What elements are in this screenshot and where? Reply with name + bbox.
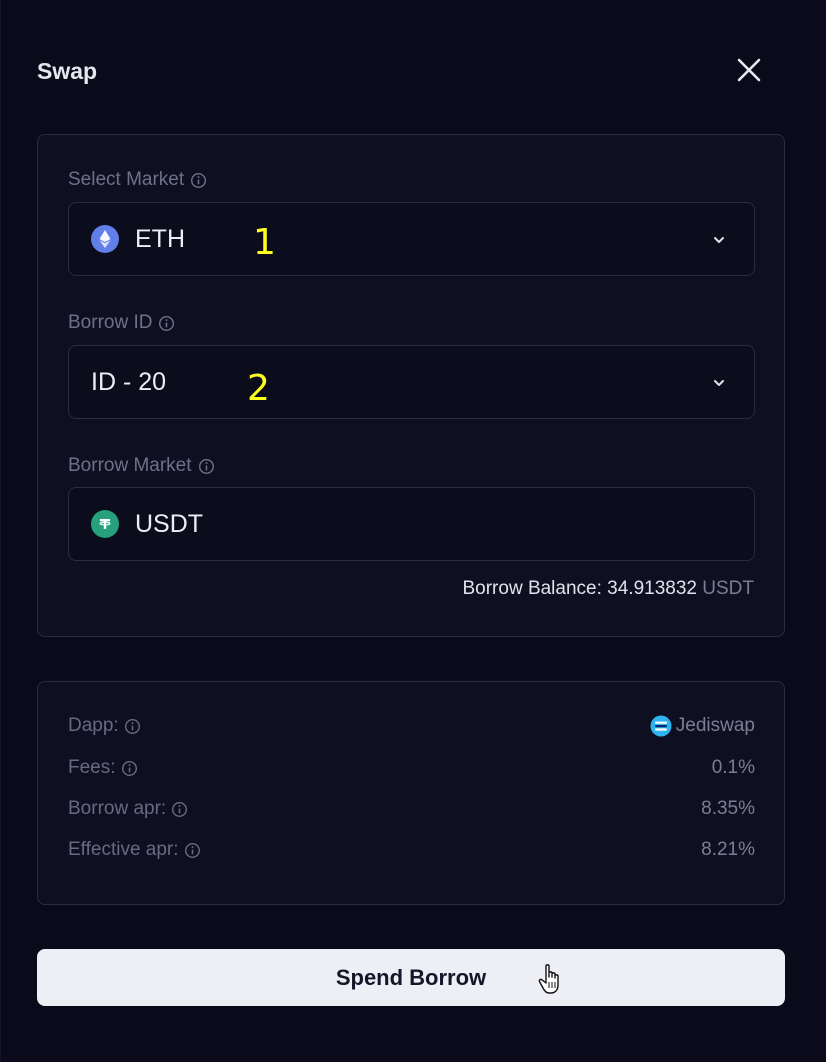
info-icon[interactable] bbox=[158, 315, 175, 332]
swap-details-card: Dapp: Jediswap Fees: 0.1% Borrow apr: 8.… bbox=[37, 681, 785, 905]
swap-modal: Swap Select Market ETH Borrow ID ID - 20… bbox=[0, 0, 826, 1062]
select-market-label-text: Select Market bbox=[68, 169, 185, 190]
borrow-id-dropdown[interactable]: ID - 20 bbox=[68, 345, 755, 419]
info-icon[interactable] bbox=[171, 801, 188, 818]
jediswap-logo bbox=[650, 715, 672, 737]
info-icon[interactable] bbox=[124, 718, 141, 735]
info-icon[interactable] bbox=[198, 458, 215, 475]
detail-label: Dapp: bbox=[68, 715, 119, 736]
borrow-market-label-text: Borrow Market bbox=[68, 455, 192, 476]
detail-row-dapp: Dapp: Jediswap bbox=[68, 712, 755, 740]
modal-title: Swap bbox=[37, 58, 98, 84]
select-market-dropdown[interactable]: ETH bbox=[68, 202, 755, 276]
detail-label: Effective apr: bbox=[68, 839, 179, 860]
detail-row-borrow-apr: Borrow apr: 8.35% bbox=[68, 795, 755, 823]
swap-form-card: Select Market ETH Borrow ID ID - 20 Borr… bbox=[37, 134, 785, 637]
hand-cursor-icon bbox=[538, 964, 559, 994]
detail-value: 8.35% bbox=[701, 798, 755, 819]
info-icon[interactable] bbox=[190, 172, 207, 189]
select-market-value: ETH bbox=[135, 224, 185, 253]
detail-label: Fees: bbox=[68, 757, 116, 778]
borrow-balance: Borrow Balance: 34.913832 USDT bbox=[462, 578, 754, 600]
detail-label: Borrow apr: bbox=[68, 798, 167, 819]
borrow-id-value: ID - 20 bbox=[91, 367, 167, 396]
chevron-down-icon bbox=[714, 237, 724, 243]
borrow-market-value: USDT bbox=[135, 509, 204, 538]
annotation-marker-1: 1 bbox=[253, 222, 276, 263]
annotation-marker-2: 2 bbox=[247, 368, 270, 409]
detail-value: 0.1% bbox=[711, 757, 755, 778]
close-icon[interactable] bbox=[733, 54, 765, 86]
spend-borrow-button[interactable]: Spend Borrow bbox=[37, 949, 785, 1006]
borrow-id-label: Borrow ID bbox=[68, 312, 175, 334]
borrow-market-label: Borrow Market bbox=[68, 455, 215, 477]
detail-row-effective-apr: Effective apr: 8.21% bbox=[68, 836, 755, 864]
detail-value: 8.21% bbox=[701, 839, 755, 860]
borrow-id-label-text: Borrow ID bbox=[68, 312, 153, 333]
select-market-label: Select Market bbox=[68, 169, 207, 191]
detail-value: Jediswap bbox=[675, 715, 755, 736]
borrow-market-field: USDT bbox=[68, 487, 755, 561]
eth-icon bbox=[91, 225, 119, 253]
chevron-down-icon bbox=[714, 380, 724, 386]
borrow-balance-amount: Borrow Balance: 34.913832 bbox=[462, 578, 697, 599]
usdt-icon bbox=[91, 510, 119, 538]
info-icon[interactable] bbox=[184, 842, 201, 859]
info-icon[interactable] bbox=[121, 760, 138, 777]
detail-row-fees: Fees: 0.1% bbox=[68, 754, 755, 782]
borrow-balance-unit: USDT bbox=[702, 578, 754, 599]
